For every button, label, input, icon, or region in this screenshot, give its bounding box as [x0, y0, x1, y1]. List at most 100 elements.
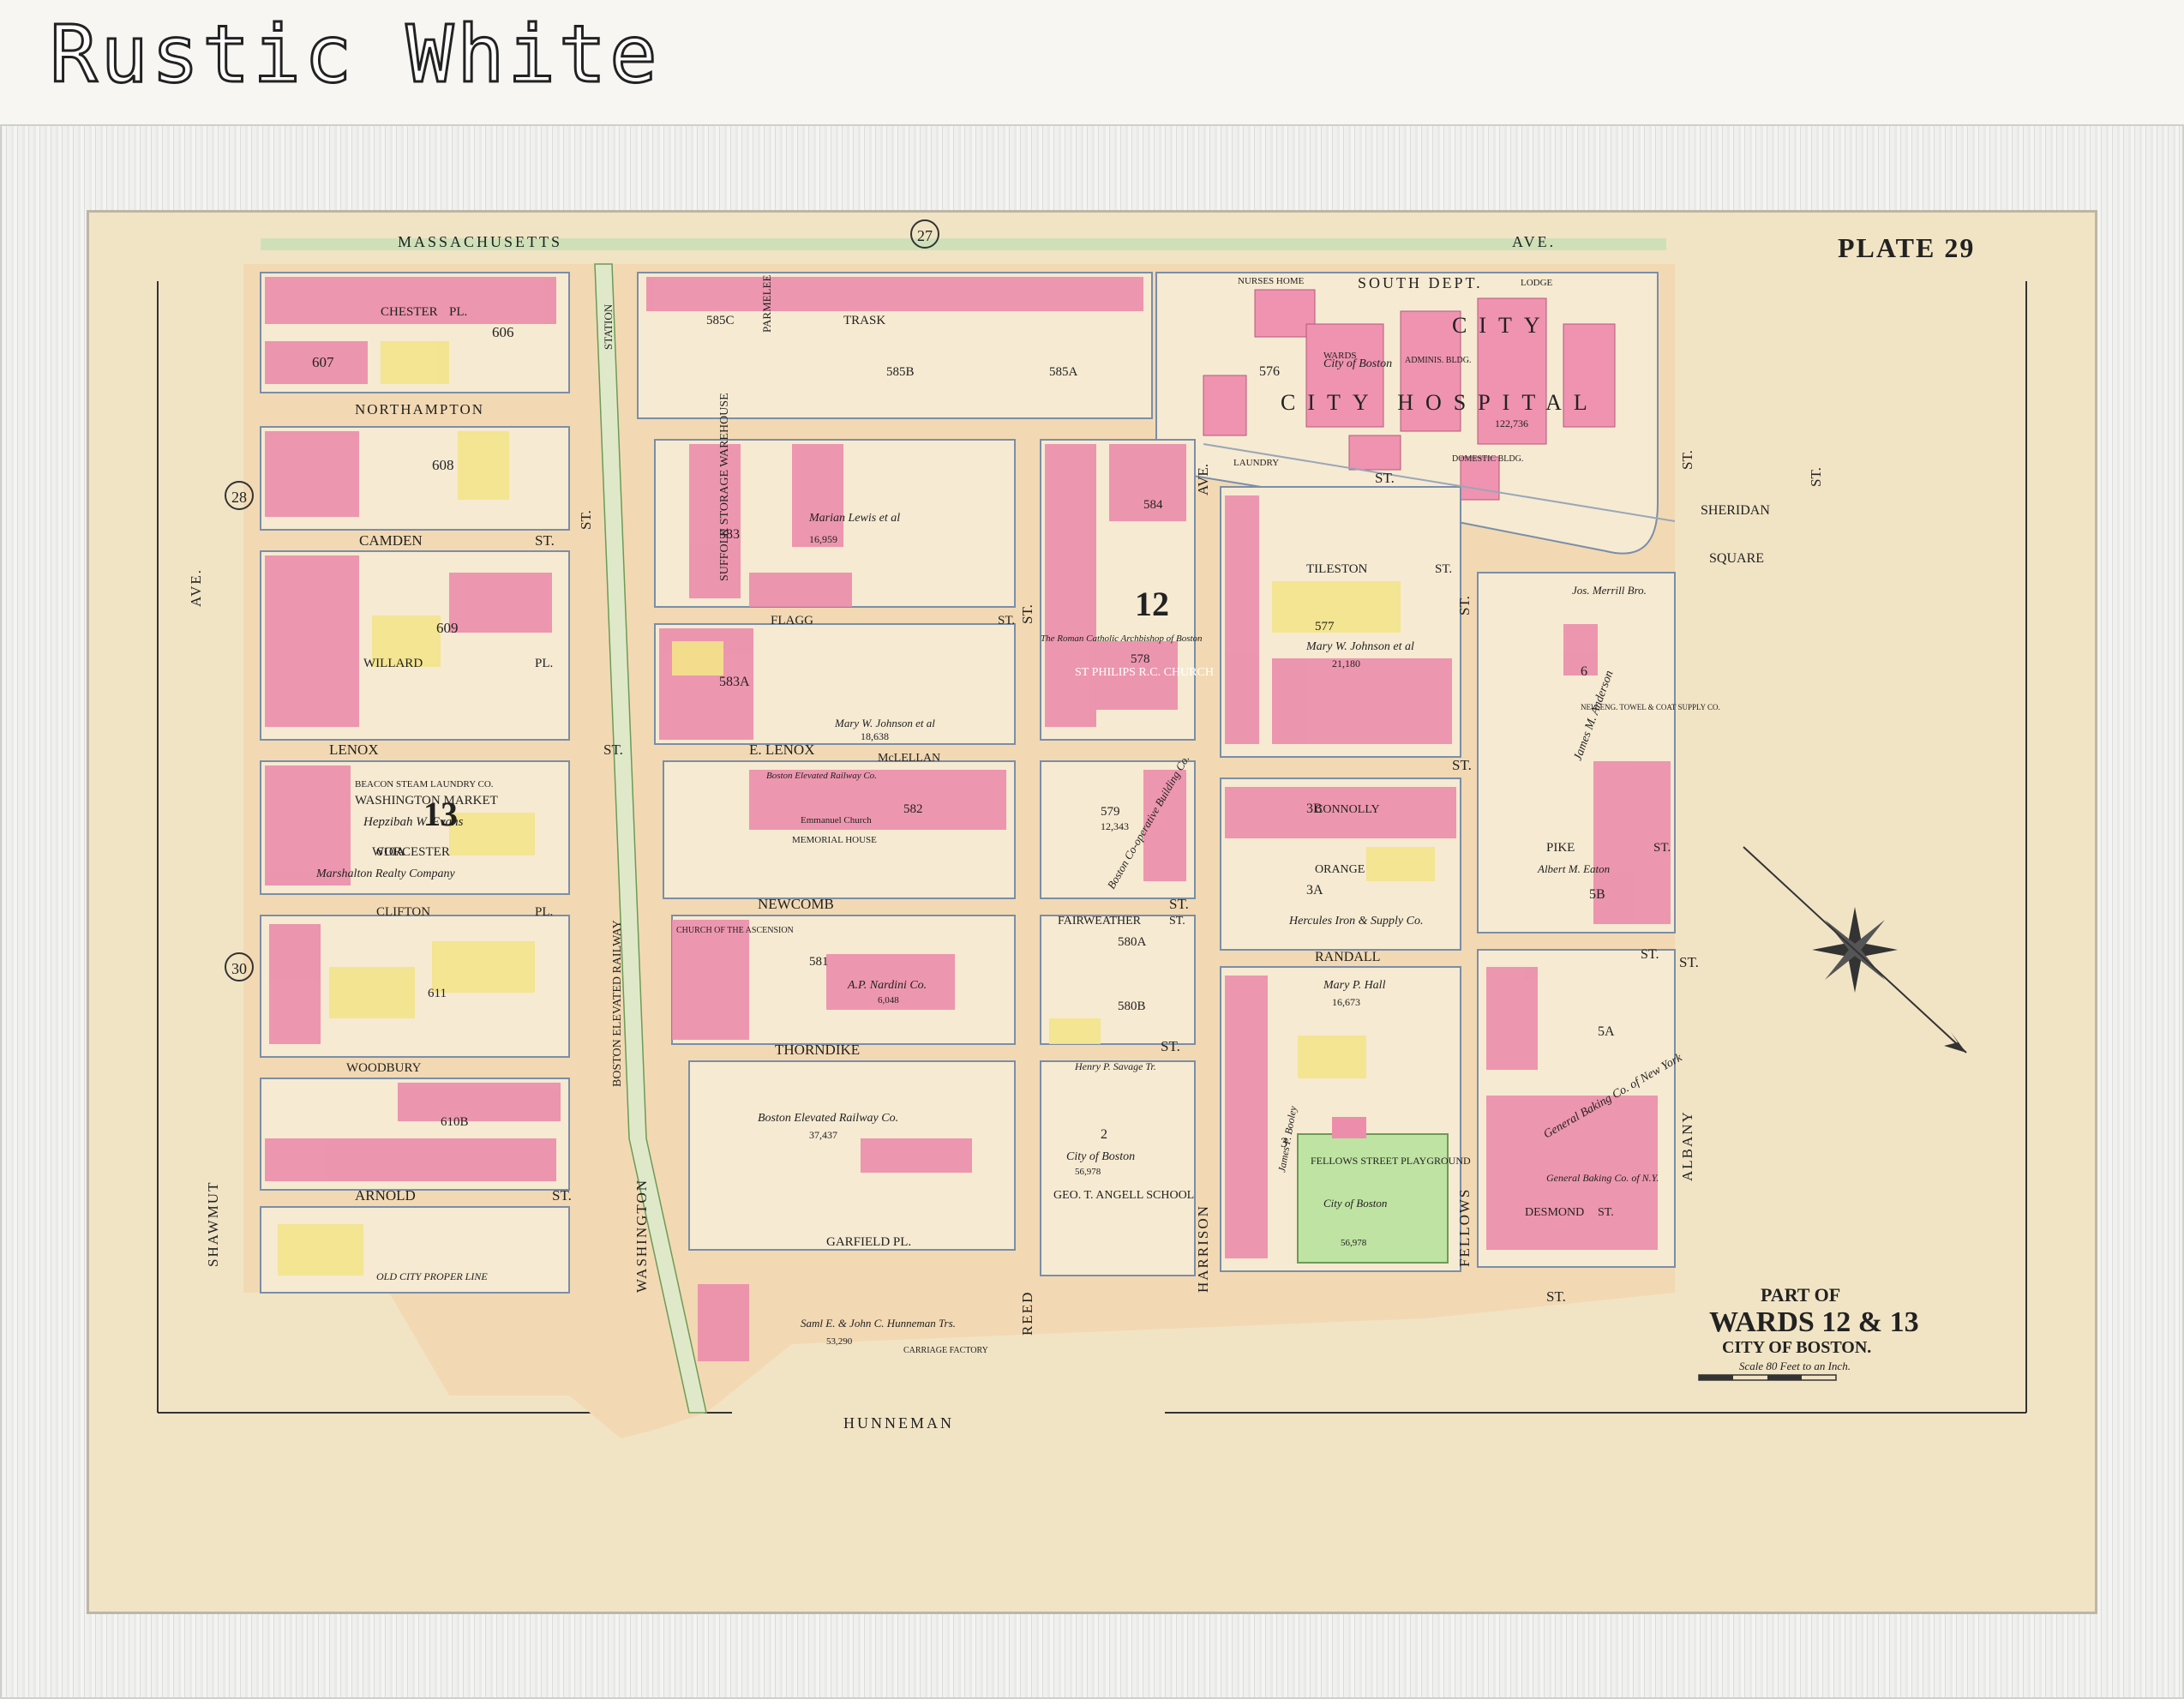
street-pike-st: ST. [1653, 841, 1671, 855]
street-connolly: CONNOLLY [1315, 803, 1380, 816]
label-old-city-line: OLD CITY PROPER LINE [376, 1270, 488, 1282]
plot-584: 584 [1143, 498, 1163, 512]
label-adminis-bldg: ADMINIS. BLDG. [1405, 356, 1472, 365]
label-area-hunneman: 53,290 [826, 1336, 853, 1347]
plot-580a: 580A [1118, 935, 1147, 949]
label-marshalton: Marshalton Realty Company [315, 868, 456, 880]
street-pl: PL. [449, 305, 467, 319]
plot-3: 3 [1281, 1136, 1287, 1150]
title-wards: WARDS 12 & 13 [1709, 1306, 1919, 1338]
street-st-fellows: ST. [1456, 596, 1473, 615]
caption-title: Rustic White [49, 9, 661, 100]
street-fairweather: FAIRWEATHER [1058, 915, 1142, 928]
plot-580b: 580B [1118, 1000, 1146, 1013]
street-desmond: DESMOND [1525, 1206, 1584, 1219]
street-desmond-st: ST. [1598, 1206, 1614, 1219]
plot-581: 581 [809, 955, 829, 969]
street-harrison: HARRISON [1195, 1204, 1211, 1293]
map-canvas: PLATE 29 27 28 30 MASSACHUSETTS AVE. NOR… [89, 213, 2095, 1612]
plot-5b: 5B [1589, 887, 1605, 902]
street-flagg-st: ST. [998, 614, 1015, 627]
label-laundry: LAUNDRY [1233, 458, 1279, 468]
street-orange: ORANGE [1315, 863, 1365, 876]
street-massachusetts: MASSACHUSETTS [398, 233, 562, 250]
label-hunneman-trs: Saml E. & John C. Hunneman Trs. [801, 1317, 956, 1330]
street-willard: WILLARD [363, 657, 423, 670]
street-mclellan: McLELLAN [878, 752, 940, 765]
street-ave-harrison: AVE. [1195, 464, 1211, 495]
label-city-hospital: CITY HOSPITAL [1281, 390, 1599, 415]
title-scale: Scale 80 Feet to an Inch. [1739, 1360, 1851, 1372]
street-st-washington: ST. [578, 510, 594, 530]
label-area-playground: 56,978 [1341, 1238, 1367, 1248]
label-hospital-owner: City of Boston [1323, 357, 1392, 370]
plot-583a: 583A [719, 675, 750, 689]
label-domestic-bldg: DOMESTIC BLDG. [1452, 454, 1523, 464]
label-city: CITY [1452, 313, 1552, 338]
street-newcomb-st: ST. [1169, 896, 1189, 912]
label-henry-savage: Henry P. Savage Tr. [1074, 1060, 1156, 1072]
label-area-577: 21,180 [1332, 657, 1360, 669]
street-arnold: ARNOLD [355, 1187, 416, 1204]
ward-number-12: 12 [1135, 585, 1169, 623]
street-st-bottom-east: ST. [1546, 1288, 1566, 1305]
plot-576: 576 [1259, 364, 1280, 379]
label-hospital-area: 122,736 [1495, 417, 1528, 429]
street-camden-st: ST. [535, 532, 555, 549]
plate-number: PLATE 29 [1838, 232, 1975, 263]
label-area-elevated: 37,437 [809, 1129, 837, 1141]
street-northampton: NORTHAMPTON [355, 401, 484, 417]
street-e-lenox: E. LENOX [749, 741, 814, 758]
street-tileston: TILESTON [1306, 562, 1368, 576]
street-hunneman: HUNNEMAN [843, 1414, 954, 1432]
street-st-albany: ST. [1808, 467, 1824, 487]
map-sheet[interactable]: PLATE 29 27 28 30 MASSACHUSETTS AVE. NOR… [89, 213, 2095, 1612]
title-part-of: PART OF [1761, 1284, 1840, 1306]
ward-number-13: 13 [423, 795, 458, 833]
label-geo-angell: GEO. T. ANGELL SCHOOL [1053, 1189, 1194, 1202]
plot-577: 577 [1315, 620, 1335, 633]
street-st-randall-east: ST. [1641, 947, 1659, 962]
label-south-dept: SOUTH DEPT. [1358, 274, 1483, 291]
street-elevated-railway: BOSTON ELEVATED RAILWAY [611, 920, 624, 1087]
label-mary-hall: Mary P. Hall [1323, 979, 1386, 992]
label-area-marian: 16,959 [809, 533, 837, 545]
street-flagg: FLAGG [771, 614, 813, 627]
label-jos-merrill: Jos. Merrill Bro. [1572, 584, 1647, 597]
label-boston-elevated-co: Boston Elevated Railway Co. [758, 1112, 898, 1125]
street-st-northampton-east: ST. [1375, 470, 1395, 486]
label-albert-eaton: Albert M. Eaton [1537, 862, 1610, 875]
label-city-of-boston-angell: City of Boston [1066, 1150, 1135, 1163]
label-memorial-house: MEMORIAL HOUSE [792, 835, 877, 845]
label-mary-johnson-583a: Mary W. Johnson et al [834, 717, 935, 729]
label-nurses-home: NURSES HOME [1238, 276, 1305, 286]
street-thorndike-st: ST. [1161, 1038, 1180, 1054]
plot-606: 606 [492, 324, 514, 340]
street-lenox-st: ST. [603, 741, 623, 758]
label-st-philips: ST PHILIPS R.C. CHURCH [1075, 666, 1214, 679]
street-thorndike: THORNDIKE [775, 1042, 860, 1058]
plot-607: 607 [312, 354, 334, 370]
street-fairweather-st: ST. [1169, 915, 1185, 928]
plot-583: 583 [719, 527, 740, 542]
label-suffolk-storage: SUFFOLK STORAGE WAREHOUSE [718, 393, 731, 581]
street-st-reed: ST. [1019, 604, 1035, 624]
label-carriage-factory: CARRIAGE FACTORY [903, 1346, 988, 1355]
plot-3b: 3B [1306, 801, 1323, 816]
plot-2: 2 [1101, 1127, 1107, 1142]
label-area-583a: 18,638 [861, 730, 889, 742]
plot-608: 608 [432, 457, 454, 473]
street-st-newcomb-east: ST. [1679, 954, 1699, 970]
street-washington: WASHINGTON [633, 1179, 650, 1293]
street-square: SQUARE [1709, 551, 1764, 566]
label-area-579: 12,343 [1101, 820, 1129, 832]
street-willard-pl: PL. [535, 657, 553, 670]
plot-6: 6 [1581, 664, 1587, 679]
street-tileston-st: ST. [1435, 562, 1452, 576]
plot-579: 579 [1101, 805, 1120, 819]
street-clifton: CLIFTON [376, 905, 430, 919]
street-ave-left: AVE. [188, 568, 204, 607]
playground-building [1332, 1117, 1366, 1138]
label-hercules: Hercules Iron & Supply Co. [1288, 915, 1423, 928]
street-randall: RANDALL [1315, 950, 1380, 964]
